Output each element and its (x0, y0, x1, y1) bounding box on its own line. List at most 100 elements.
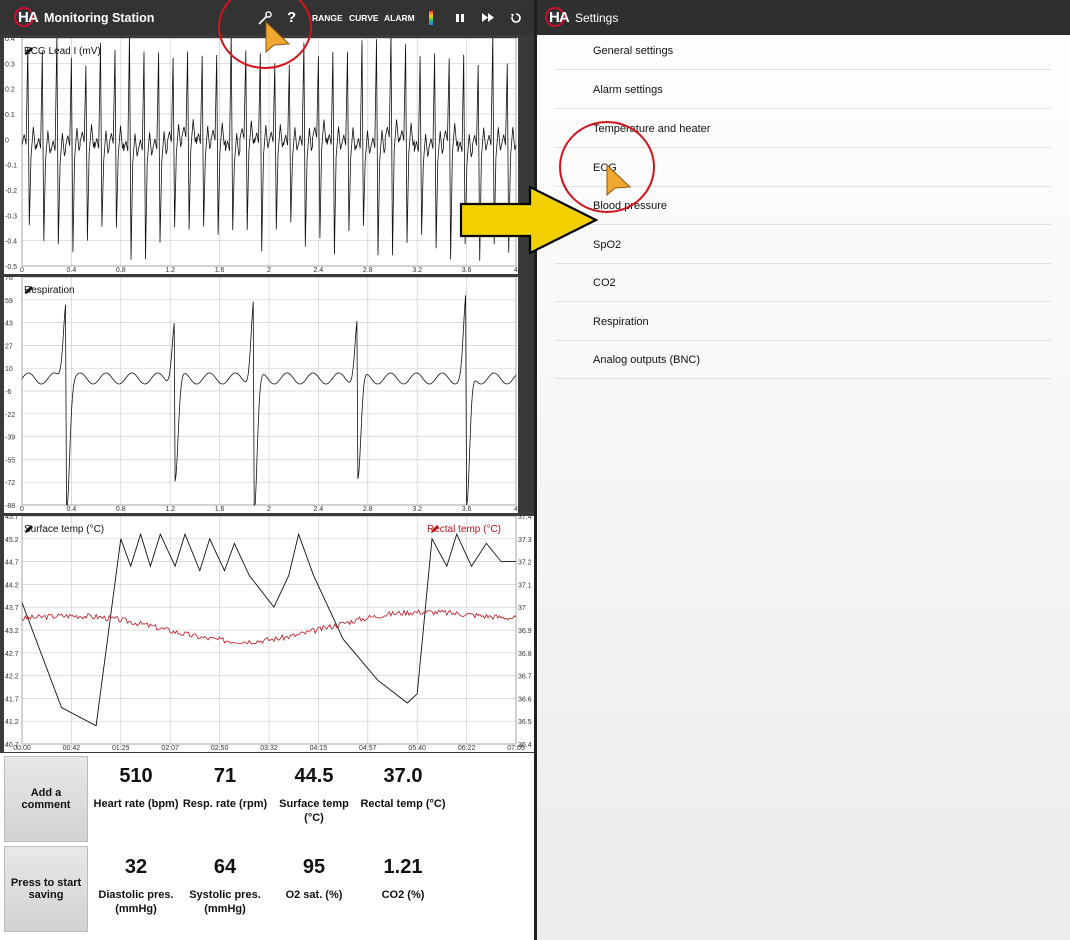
y-tick-label: -0.1 (5, 163, 17, 170)
y-tick-label: -0.4 (5, 239, 17, 246)
co2-stat: 1.21 CO2 (%) (381, 856, 425, 901)
monitoring-panel: HA Monitoring Station ? RANGE CURVE ALAR… (0, 0, 534, 940)
y-tick-label: 10 (5, 366, 13, 373)
y-tick-label: 43.7 (5, 605, 19, 612)
respiration-chart[interactable]: 76 59 43 27 10 -6 -22 -39 -55 -72 -88 0 0.4 0.8 1.2 1.6… (4, 277, 518, 513)
pencil-icon[interactable] (24, 285, 34, 295)
wrench-icon[interactable] (256, 0, 274, 35)
fast-forward-icon[interactable] (481, 0, 495, 35)
menu-item-general-settings[interactable]: General settings (555, 32, 1051, 70)
surface-temp-label: Surface temp (°C) (24, 524, 105, 535)
y-tick-label-right: 36.6 (518, 696, 532, 703)
x-tick-label: 0.4 (67, 267, 77, 274)
help-button[interactable]: ? (287, 0, 296, 35)
y-tick-label: 0 (5, 137, 9, 144)
menu-item-spo2[interactable]: SpO2 (555, 226, 1051, 264)
app-toolbar: HA Monitoring Station ? RANGE CURVE ALAR… (0, 0, 534, 35)
y-tick-label-right: 37 (518, 605, 526, 612)
y-tick-label: 76 (5, 277, 13, 282)
temperature-chart[interactable]: 45.7 37.4 45.2 37.3 44.7 37.2 44.2 37.1 43.7 37 43… (4, 516, 534, 752)
rectal-temp-stat: 37.0 Rectal temp (°C) (360, 765, 446, 810)
x-tick-label: 07:05 (507, 745, 525, 752)
y-tick-label: -0.3 (5, 213, 17, 220)
x-tick-label: 05:40 (408, 745, 426, 752)
x-tick-label: 01:25 (112, 745, 130, 752)
menu-item-blood-pressure[interactable]: Blood pressure (555, 187, 1051, 225)
x-tick-label: 1.6 (215, 267, 225, 274)
x-tick-label: 00:00 (13, 745, 31, 752)
y-tick-label: 0.2 (5, 87, 15, 94)
y-tick-label-right: 36.5 (518, 719, 532, 726)
y-tick-label: 41.2 (5, 719, 19, 726)
x-tick-label: 03:32 (260, 745, 278, 752)
settings-toolbar: HA Settings (537, 0, 1070, 35)
ecg-chart[interactable]: 0.4 0.3 0.2 0.1 0 -0.1 -0.2 -0.3 -0.4 -0.5 0 0.4 0.8… (4, 38, 518, 274)
y-tick-label: -88 (5, 503, 15, 510)
menu-item-respiration[interactable]: Respiration (555, 303, 1051, 341)
y-tick-label: -55 (5, 457, 15, 464)
y-tick-label: 45.7 (5, 516, 19, 521)
x-tick-label: 1.2 (165, 267, 175, 274)
x-tick-label: 3.6 (462, 267, 472, 274)
pencil-icon[interactable] (24, 46, 34, 56)
y-tick-label-right: 36.9 (518, 628, 532, 635)
app-logo: HA (545, 6, 570, 29)
y-tick-label: 42.2 (5, 674, 19, 681)
x-tick-label: 0 (20, 267, 24, 274)
pencil-icon[interactable] (430, 524, 440, 534)
x-tick-label: 0.8 (116, 506, 126, 513)
menu-item-alarm-settings[interactable]: Alarm settings (555, 71, 1051, 109)
menu-item-analog-outputs[interactable]: Analog outputs (BNC) (555, 341, 1051, 379)
settings-panel: HA Settings General settings Alarm setti… (537, 0, 1070, 940)
curve-button[interactable]: CURVE (349, 0, 379, 35)
alarm-button[interactable]: ALARM (384, 0, 415, 35)
menu-item-temperature-heater[interactable]: Temperature and heater (555, 110, 1051, 148)
x-tick-label: 3.2 (412, 506, 422, 513)
y-tick-label: -72 (5, 480, 15, 487)
o2-saturation-stat: 95 O2 sat. (%) (285, 856, 343, 901)
y-tick-label: 42.7 (5, 651, 19, 658)
color-scale-icon[interactable] (429, 0, 433, 35)
y-tick-label: 0.4 (5, 38, 15, 43)
y-tick-label-right: 36.8 (518, 651, 532, 658)
menu-item-ecg[interactable]: ECG (555, 149, 1051, 187)
x-tick-label: 04:57 (359, 745, 377, 752)
x-tick-label: 2.8 (363, 267, 373, 274)
pencil-icon[interactable] (24, 524, 34, 534)
y-tick-label: -0.5 (5, 264, 17, 271)
heart-rate-stat: 510 Heart rate (bpm) (93, 765, 179, 810)
x-tick-label: 04:15 (310, 745, 328, 752)
y-tick-label: 44.2 (5, 582, 19, 589)
y-tick-label: -6 (5, 389, 11, 396)
systolic-pressure-stat: 64 Systolic pres. (mmHg) (189, 856, 261, 915)
y-tick-label-right: 37.4 (518, 516, 532, 521)
resp-rate-stat: 71 Resp. rate (rpm) (182, 765, 268, 810)
stats-panel: Add a comment Press to start saving 510 … (0, 753, 534, 940)
range-button[interactable]: RANGE (312, 0, 343, 35)
menu-item-co2[interactable]: CO2 (555, 264, 1051, 302)
x-tick-label: 06:22 (458, 745, 476, 752)
x-tick-label: 3.6 (462, 506, 472, 513)
x-tick-label: 00:42 (63, 745, 81, 752)
y-tick-label-right: 37.2 (518, 560, 532, 567)
y-tick-label-right: 37.3 (518, 537, 532, 544)
y-tick-label: 44.7 (5, 560, 19, 567)
pause-icon[interactable] (455, 0, 465, 35)
y-tick-label: -39 (5, 435, 15, 442)
diastolic-pressure-stat: 32 Diastolic pres. (mmHg) (98, 856, 174, 915)
x-tick-label: 1.2 (165, 506, 175, 513)
y-tick-label: 27 (5, 343, 13, 350)
reset-icon[interactable] (510, 0, 522, 35)
add-comment-button[interactable]: Add a comment (4, 756, 88, 842)
y-tick-label: -0.2 (5, 188, 17, 195)
x-tick-label: 2.4 (314, 267, 324, 274)
y-tick-label: 41.7 (5, 696, 19, 703)
x-tick-label: 2 (267, 267, 271, 274)
app-title: Monitoring Station (44, 10, 155, 25)
x-tick-label: 0.8 (116, 267, 126, 274)
x-tick-label: 2.8 (363, 506, 373, 513)
start-saving-button[interactable]: Press to start saving (4, 846, 88, 932)
y-tick-label-right: 36.7 (518, 674, 532, 681)
y-tick-label: 43 (5, 321, 13, 328)
x-tick-label: 0.4 (67, 506, 77, 513)
